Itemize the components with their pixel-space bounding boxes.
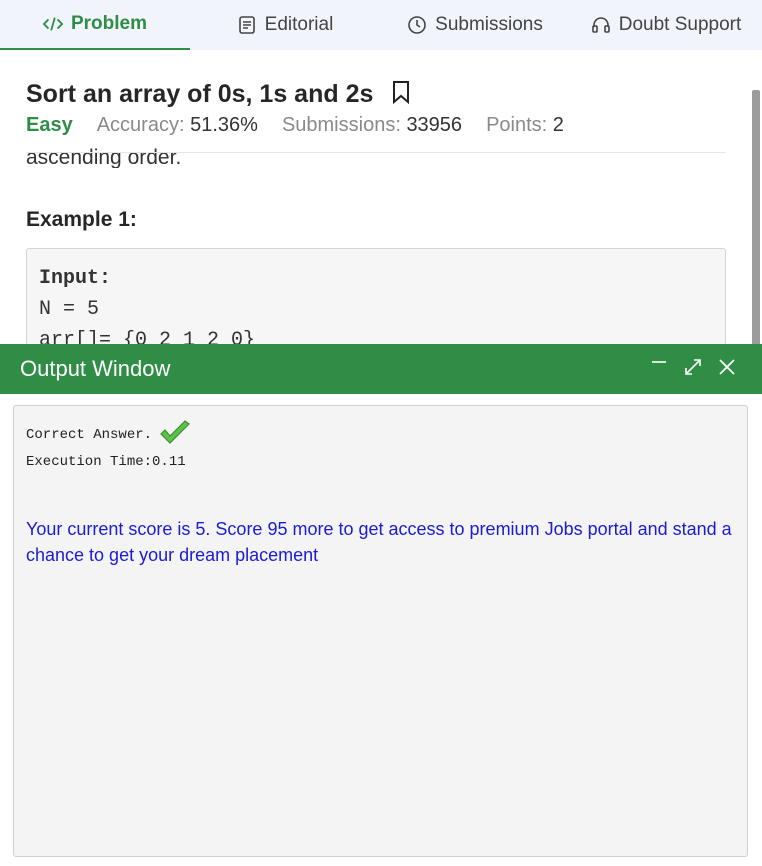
accuracy-label: Accuracy: xyxy=(96,114,185,136)
problem-title: Sort an array of 0s, 1s and 2s xyxy=(26,80,374,108)
accuracy-value: 51.36% xyxy=(190,114,258,136)
checkmark-icon xyxy=(158,419,192,452)
tab-submissions[interactable]: Submissions xyxy=(380,0,570,50)
output-window-title: Output Window xyxy=(20,356,171,381)
submissions-stat: Submissions: 33956 xyxy=(282,114,462,137)
difficulty-badge: Easy xyxy=(26,114,73,136)
points-value: 2 xyxy=(552,114,564,136)
headphones-icon xyxy=(591,15,611,35)
accuracy-stat: Accuracy: 51.36% xyxy=(97,114,258,137)
problem-description-fragment: ascending order. xyxy=(26,142,181,168)
tab-doubt-support-label: Doubt Support xyxy=(618,14,742,35)
result-text: Correct Answer. xyxy=(26,427,153,443)
execution-time: Execution Time:0.11 xyxy=(26,454,186,470)
points-stat: Points: 2 xyxy=(486,114,564,137)
result-row: Correct Answer. xyxy=(26,419,735,446)
output-window-header: Output Window xyxy=(0,344,762,394)
tab-doubt-support[interactable]: Doubt Support xyxy=(570,0,762,50)
problem-header: Sort an array of 0s, 1s and 2s xyxy=(26,80,411,109)
minimize-icon[interactable] xyxy=(648,356,670,378)
scrollbar-thumb[interactable] xyxy=(752,90,760,346)
code-icon xyxy=(42,14,63,34)
tab-problem-label: Problem xyxy=(70,13,148,34)
header-divider xyxy=(26,152,726,153)
document-icon xyxy=(237,15,257,35)
description-text: ascending order. xyxy=(26,146,182,168)
problem-meta: Easy Accuracy: 51.36% Submissions: 33956… xyxy=(26,114,564,137)
output-window-body: Correct Answer. Execution Time:0.11 Your… xyxy=(0,394,762,866)
clock-icon xyxy=(407,15,427,35)
tab-editorial[interactable]: Editorial xyxy=(190,0,380,50)
tab-submissions-label: Submissions xyxy=(435,14,543,35)
example-heading: Example 1: xyxy=(26,208,137,231)
output-panel: Correct Answer. Execution Time:0.11 Your… xyxy=(13,405,748,857)
close-icon[interactable] xyxy=(716,356,738,378)
window-controls xyxy=(648,356,738,378)
submissions-label: Submissions: xyxy=(281,114,401,136)
bookmark-icon[interactable] xyxy=(391,80,411,109)
tab-problem[interactable]: Problem xyxy=(0,0,190,50)
points-label: Points: xyxy=(486,114,548,136)
score-message: Your current score is 5. Score 95 more t… xyxy=(26,519,732,565)
submissions-value: 33956 xyxy=(406,114,463,136)
code-line-n: N = 5 xyxy=(39,298,100,321)
example-code-block: Input: N = 5 arr[]= {0 2 1 2 0} xyxy=(26,248,726,358)
expand-icon[interactable] xyxy=(682,356,704,378)
code-line-input: Input: xyxy=(39,267,112,290)
tab-bar: Problem Editorial Submissions Doubt Supp… xyxy=(0,0,762,50)
tab-editorial-label: Editorial xyxy=(264,14,334,35)
